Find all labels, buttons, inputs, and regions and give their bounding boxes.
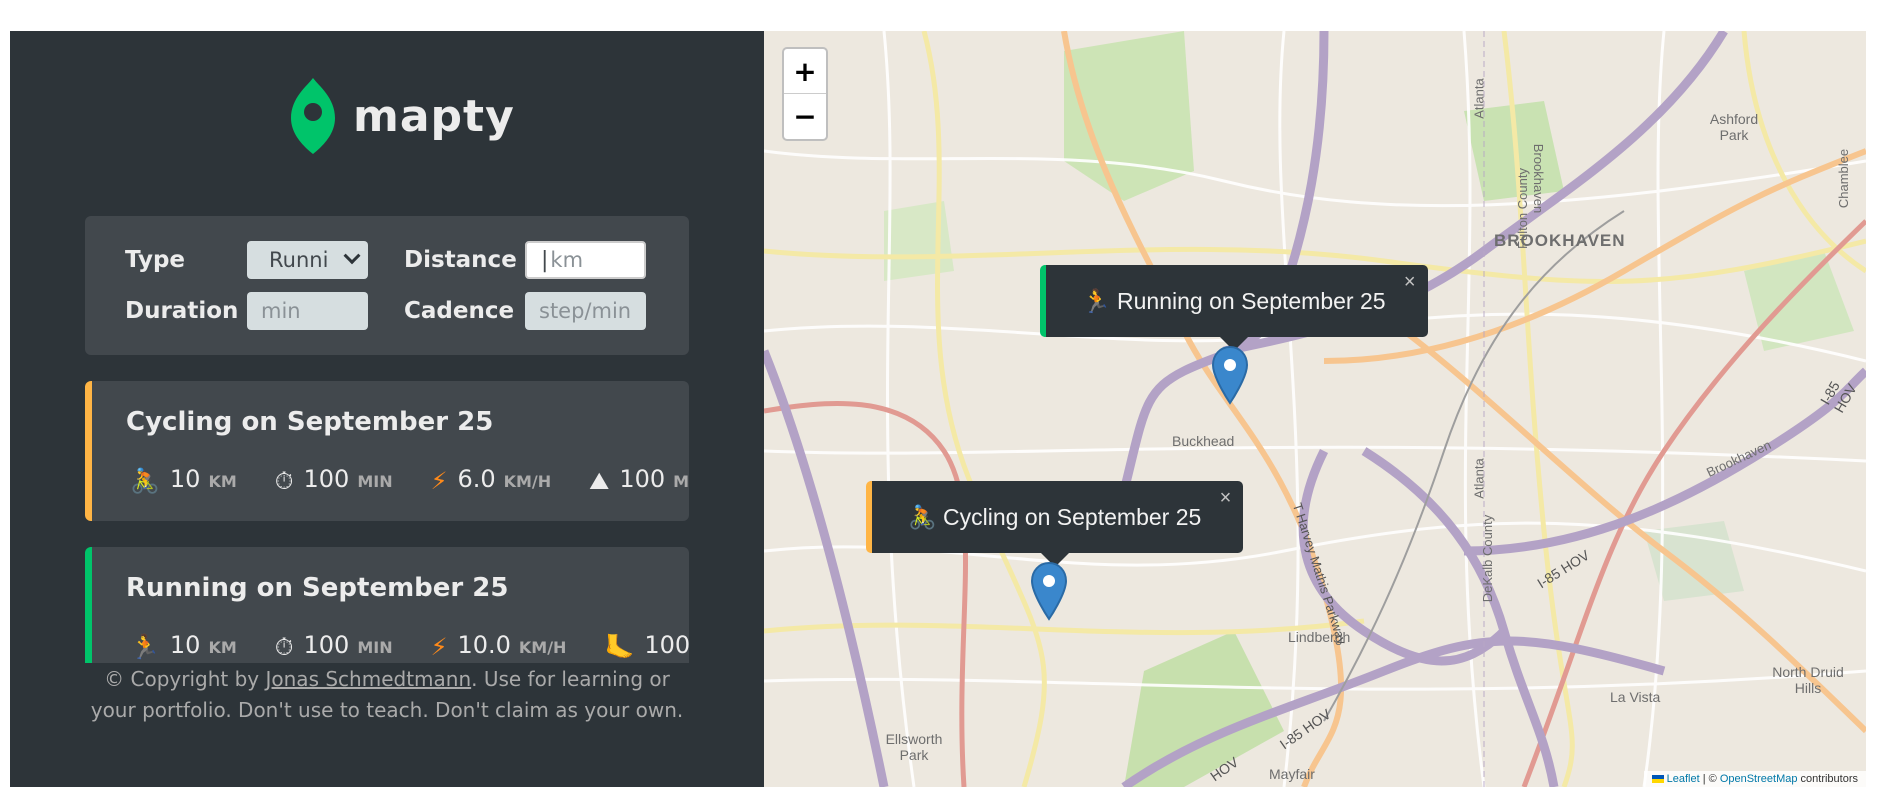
workout-list: Cycling on September 25 🚴 10 km ⏱ 100 mi…	[85, 381, 689, 663]
workout-detail-speed: ⚡ 6.0 km/h	[430, 465, 552, 495]
workout-detail-cadence: 🦶 100 m	[604, 631, 689, 661]
map-pin-logo-icon	[291, 78, 335, 154]
type-select-value: Runni	[269, 248, 329, 272]
workout-unit: min	[357, 472, 393, 491]
duration-input[interactable]: min	[247, 292, 368, 330]
map-label-dekalb-county: DeKalb County	[1480, 514, 1496, 603]
map-marker-icon[interactable]	[1030, 561, 1068, 621]
copyright-prefix: © Copyright by	[104, 667, 266, 691]
distance-placeholder: km	[550, 248, 584, 272]
map-tiles	[764, 31, 1866, 787]
workout-unit: km	[208, 472, 237, 491]
popup-running[interactable]: 🏃 Running on September 25 ×	[1040, 265, 1428, 351]
map-label-ellsworth-park: Ellsworth Park	[885, 731, 943, 763]
duration-placeholder: min	[261, 299, 301, 323]
cadence-label: Cadence	[404, 298, 515, 324]
workout-value: 100	[644, 631, 689, 659]
text-cursor: |	[541, 247, 549, 273]
map-marker-icon[interactable]	[1211, 345, 1249, 405]
logo: mapty	[289, 76, 515, 156]
workout-details: 🚴 10 km ⏱ 100 min ⚡ 6.0 km/h	[130, 465, 689, 495]
attribution-separator: | ©	[1699, 773, 1720, 785]
distance-label: Distance	[404, 247, 517, 273]
copyright: © Copyright by Jonas Schmedtmann. Use fo…	[85, 664, 689, 726]
map-label-fulton-county: Fulton County	[1514, 168, 1530, 249]
stopwatch-icon: ⏱	[274, 633, 294, 661]
popup-cycling[interactable]: 🚴 Cycling on September 25 ×	[866, 481, 1244, 567]
attribution-contributors: contributors	[1797, 773, 1858, 785]
zoom-out-button[interactable]: −	[784, 94, 826, 139]
workout-value: 100	[303, 465, 350, 493]
workout-title: Cycling on September 25	[126, 407, 494, 437]
type-label: Type	[125, 247, 186, 273]
workout-value: 10.0	[457, 631, 511, 659]
workout-unit: km/h	[518, 638, 567, 657]
distance-input[interactable]: | km	[525, 241, 646, 279]
workout-detail-elevation: ⛰ 100 m	[589, 465, 689, 495]
foot-icon: 🦶	[604, 633, 635, 661]
duration-label: Duration	[125, 298, 239, 324]
popup-text: 🚴 Cycling on September 25	[908, 503, 1202, 530]
workout-card-cycling[interactable]: Cycling on September 25 🚴 10 km ⏱ 100 mi…	[85, 381, 689, 521]
cadence-placeholder: step/min	[539, 299, 632, 323]
map-label-brookhaven-road: Brookhaven	[1531, 143, 1547, 214]
map-label-brookhaven: BROOKHAVEN	[1494, 231, 1626, 250]
ukraine-flag-icon	[1651, 775, 1664, 784]
stopwatch-icon: ⏱	[274, 467, 294, 495]
chevron-down-icon	[343, 247, 361, 265]
workout-value: 10	[169, 631, 201, 659]
workout-unit: km	[208, 638, 237, 657]
workout-unit: min	[357, 638, 393, 657]
cycling-icon: 🚴	[130, 467, 160, 495]
close-icon[interactable]: ×	[1220, 487, 1232, 510]
map-label-atlanta: Atlanta	[1471, 458, 1487, 499]
popup-text: 🏃 Running on September 25	[1082, 287, 1386, 314]
map-label-north-druid-hills: North Druid Hills	[1772, 664, 1844, 696]
workout-unit: km/h	[503, 472, 552, 491]
map-attribution: Leaflet | © OpenStreetMap contributors	[1643, 771, 1866, 787]
park-area	[884, 201, 954, 281]
workout-detail-duration: ⏱ 100 min	[274, 631, 393, 661]
workout-title: Running on September 25	[126, 573, 509, 603]
map-label-ashford-park: Ashford Park	[1709, 111, 1759, 143]
map-label-atlanta: Atlanta	[1471, 78, 1487, 119]
map-label-la-vista: La Vista	[1610, 689, 1661, 705]
workout-detail-distance: 🏃 10 km	[130, 631, 237, 661]
workout-form: Type Runni Distance | km Duration min Ca…	[85, 216, 689, 355]
leaflet-link[interactable]: Leaflet	[1667, 773, 1700, 785]
brand-name: mapty	[353, 90, 515, 142]
cadence-input[interactable]: step/min	[525, 292, 646, 330]
workout-detail-duration: ⏱ 100 min	[274, 465, 393, 495]
workout-detail-distance: 🚴 10 km	[130, 465, 237, 495]
author-link[interactable]: Jonas Schmedtmann	[266, 667, 472, 691]
close-icon[interactable]: ×	[1404, 271, 1416, 294]
map[interactable]: BROOKHAVEN Ashford Park Buckhead Lindber…	[764, 31, 1866, 787]
workout-details: 🏃 10 km ⏱ 100 min ⚡ 10.0 km/h	[130, 631, 689, 661]
workout-detail-pace: ⚡ 10.0 km/h	[430, 631, 567, 661]
workout-unit: m	[673, 472, 689, 491]
mountain-icon: ⛰	[589, 467, 610, 495]
workout-value: 100	[303, 631, 350, 659]
map-label-buckhead: Buckhead	[1172, 433, 1235, 449]
zoom-control: + −	[782, 47, 828, 141]
running-icon: 🏃	[130, 633, 160, 661]
zoom-in-button[interactable]: +	[784, 49, 826, 94]
workout-value: 100	[619, 465, 666, 493]
lightning-icon: ⚡	[430, 467, 448, 495]
openstreetmap-link[interactable]: OpenStreetMap	[1720, 773, 1798, 785]
lightning-icon: ⚡	[430, 633, 448, 661]
type-select[interactable]: Runni	[247, 241, 368, 279]
sidebar: mapty Type Runni Distance | km Duration …	[10, 31, 764, 787]
map-label-chamblee: Chamblee	[1836, 148, 1852, 209]
workout-value: 6.0	[457, 465, 496, 493]
map-label-mayfair: Mayfair	[1269, 766, 1315, 782]
workout-card-running[interactable]: Running on September 25 🏃 10 km ⏱ 100 mi…	[85, 547, 689, 663]
workout-value: 10	[169, 465, 201, 493]
